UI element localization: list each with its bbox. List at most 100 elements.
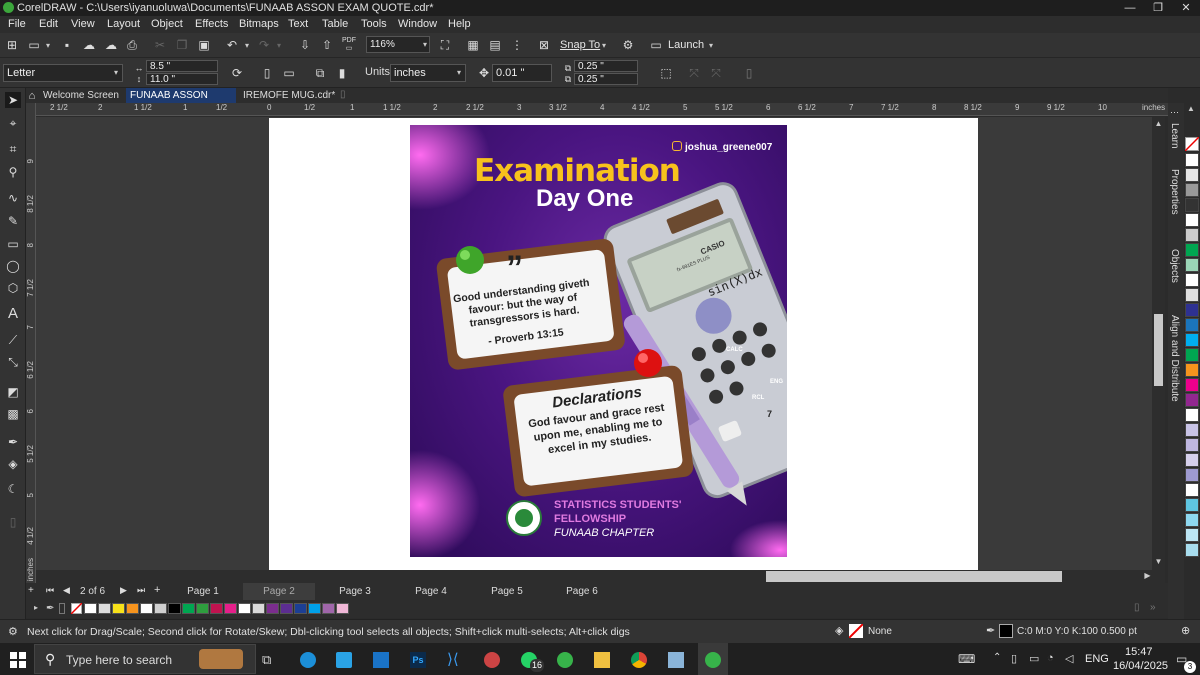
undo-icon[interactable]: ↶ — [224, 37, 240, 53]
palette-swatch[interactable] — [1185, 288, 1199, 302]
coreldraw-active-icon[interactable] — [705, 652, 721, 668]
palette-expand-icon[interactable]: » — [1150, 602, 1156, 613]
palette-swatch[interactable] — [1185, 303, 1199, 317]
network-icon[interactable]: ▭ — [1029, 652, 1045, 668]
palette-swatch[interactable] — [1185, 273, 1199, 287]
open-dropdown-icon[interactable]: ▾ — [43, 41, 53, 50]
palette-scroll-icon[interactable]: ▯ — [1134, 602, 1140, 613]
shape-tool-icon[interactable]: ⌖ — [5, 115, 21, 131]
palette-doc-icon[interactable] — [59, 603, 65, 614]
menu-window[interactable]: Window — [398, 18, 437, 30]
notes-icon[interactable] — [668, 652, 684, 668]
color-swatch[interactable] — [336, 603, 349, 614]
menu-object[interactable]: Object — [151, 18, 183, 30]
edge-icon[interactable] — [300, 652, 316, 668]
show-guidelines-icon[interactable]: ⋮ — [509, 37, 525, 53]
palette-swatch[interactable] — [1185, 153, 1199, 167]
scale-icon[interactable]: ⤧ — [708, 65, 724, 81]
palette-swatch[interactable] — [1185, 453, 1199, 467]
restore-button[interactable]: ❐ — [1144, 0, 1172, 16]
chrome-icon[interactable] — [631, 652, 647, 668]
scroll-up-icon[interactable]: ▲ — [1153, 119, 1164, 129]
export-icon[interactable]: ⇧ — [319, 37, 335, 53]
crop-tool-icon[interactable]: ⌗ — [5, 141, 21, 157]
scroll-down-icon[interactable]: ▼ — [1153, 557, 1164, 567]
palette-swatch[interactable] — [1185, 468, 1199, 482]
menu-bitmaps[interactable]: Bitmaps — [239, 18, 279, 30]
no-fill-swatch[interactable] — [1185, 137, 1199, 151]
palette-swatch[interactable] — [1185, 483, 1199, 497]
launch-button[interactable]: Launch — [668, 39, 704, 51]
smart-fill-icon[interactable]: ☾ — [5, 481, 21, 497]
snap-to-button[interactable]: Snap To — [560, 39, 600, 51]
new-document-icon[interactable]: ⊞ — [4, 37, 20, 53]
palette-swatch[interactable] — [1185, 243, 1199, 257]
windows-start-icon[interactable] — [10, 652, 26, 668]
palette-swatch[interactable] — [1185, 393, 1199, 407]
page-tab-1[interactable]: Page 1 — [167, 583, 239, 600]
eyedropper-icon[interactable]: ✒ — [5, 434, 21, 450]
transform-icon[interactable]: ⤧ — [686, 65, 702, 81]
palette-swatch[interactable] — [1185, 438, 1199, 452]
snap-to-dropdown-icon[interactable]: ▾ — [599, 41, 609, 50]
vertical-scrollbar[interactable]: ▲ ▼ — [1152, 117, 1165, 570]
mail-icon[interactable] — [373, 652, 389, 668]
export-pdf-button[interactable]: PDF ▭ — [341, 37, 357, 53]
docker-options-icon[interactable]: ⋯ — [1170, 107, 1179, 118]
wifi-icon[interactable]: ◔ — [1047, 652, 1063, 668]
ellipse-tool-icon[interactable]: ◯ — [5, 258, 21, 274]
units-dropdown-icon[interactable]: ▾ — [454, 68, 464, 77]
menu-text[interactable]: Text — [288, 18, 308, 30]
photoshop-icon[interactable]: Ps — [410, 652, 426, 668]
file-explorer-icon[interactable] — [594, 652, 610, 668]
tab-welcome-screen[interactable]: Welcome Screen — [39, 88, 129, 103]
color-swatch[interactable] — [224, 603, 237, 614]
page-height-field[interactable]: 11.0 " — [146, 73, 218, 85]
page-icon[interactable]: ▯ — [741, 65, 757, 81]
menu-table[interactable]: Table — [322, 18, 348, 30]
drawing-canvas[interactable]: joshua_greene007 Examination Day One ” G… — [36, 117, 1152, 570]
palette-swatch[interactable] — [1185, 258, 1199, 272]
import-icon[interactable]: ⇩ — [297, 37, 313, 53]
color-swatch[interactable] — [98, 603, 111, 614]
undo-dropdown-icon[interactable]: ▾ — [242, 41, 252, 50]
palette-swatch[interactable] — [1185, 183, 1199, 197]
palette-swatch[interactable] — [1185, 318, 1199, 332]
clock-date[interactable]: 16/04/2025 — [1113, 660, 1168, 672]
status-expand-icon[interactable]: ⊕ — [1181, 624, 1190, 637]
palette-swatch[interactable] — [1185, 513, 1199, 527]
interactive-fill-icon[interactable]: ◈ — [5, 456, 21, 472]
palette-swatch[interactable] — [1185, 228, 1199, 242]
page-tab-6[interactable]: Page 6 — [546, 583, 618, 600]
status-gear-icon[interactable]: ⚙ — [8, 625, 18, 638]
color-swatch[interactable] — [280, 603, 293, 614]
horizontal-scrollbar[interactable]: ▶ — [36, 570, 1165, 583]
menu-view[interactable]: View — [71, 18, 95, 30]
landscape-icon[interactable]: ▭ — [281, 65, 297, 81]
palette-eyedropper-icon[interactable]: ✒ — [46, 603, 54, 614]
docker-tab-objects[interactable]: Objects — [1169, 249, 1180, 283]
paste-icon[interactable]: ▣ — [196, 37, 212, 53]
artistic-media-icon[interactable]: ✎ — [5, 213, 21, 229]
zoom-dropdown-icon[interactable]: ▾ — [420, 40, 430, 49]
scroll-right-icon[interactable]: ▶ — [1142, 571, 1153, 582]
volume-icon[interactable]: ◁ — [1065, 652, 1081, 668]
docker-tab-align[interactable]: Align and Distribute — [1169, 315, 1180, 402]
tab-iremofe-mug[interactable]: IREMOFE MUG.cdr* — [239, 88, 337, 103]
page-tab-4[interactable]: Page 4 — [395, 583, 467, 600]
menu-file[interactable]: File — [8, 18, 26, 30]
color-swatch[interactable] — [238, 603, 251, 614]
page-tab-2[interactable]: Page 2 — [243, 583, 315, 600]
launch-icon[interactable]: ▭ — [648, 37, 664, 53]
new-tab-icon[interactable]: ▯ — [340, 89, 350, 101]
fill-none-swatch[interactable] — [848, 623, 864, 639]
close-button[interactable]: ✕ — [1172, 0, 1200, 16]
color-swatch[interactable] — [154, 603, 167, 614]
save-icon[interactable]: ▪ — [59, 37, 75, 53]
color-swatch[interactable] — [140, 603, 153, 614]
color-swatch[interactable] — [196, 603, 209, 614]
cloud-upload-icon[interactable]: ☁ — [81, 37, 97, 53]
home-icon[interactable]: ⌂ — [26, 90, 38, 102]
palette-up-icon[interactable]: ▲ — [1187, 104, 1197, 114]
copy-icon[interactable]: ❐ — [174, 37, 190, 53]
